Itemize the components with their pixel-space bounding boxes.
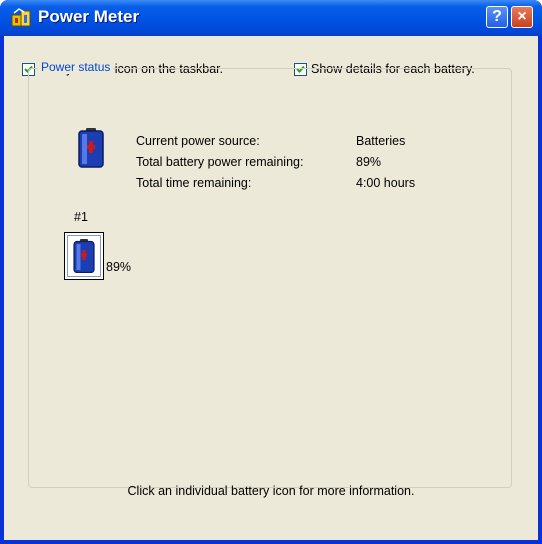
battery-icon (78, 128, 104, 168)
help-button[interactable]: ? (486, 6, 508, 28)
power-meter-window: Power Meter ? × Always show icon on the … (0, 0, 542, 544)
battery-1-percent: 89% (106, 260, 132, 274)
time-remaining-label: Total time remaining: (136, 176, 252, 190)
battery-remaining-value: 89% (356, 155, 382, 169)
title-bar[interactable]: Power Meter ? × (0, 0, 542, 36)
battery-icon (73, 239, 95, 273)
close-button[interactable]: × (511, 6, 533, 28)
battery-1-label: #1 (74, 210, 88, 224)
time-remaining-value: 4:00 hours (356, 176, 416, 190)
power-status-legend: Power status (38, 60, 114, 74)
battery-remaining-label: Total battery power remaining: (136, 155, 304, 169)
current-power-source-label: Current power source: (136, 134, 260, 148)
info-text: Click an individual battery icon for mor… (127, 484, 415, 498)
battery-1-frame (67, 235, 101, 277)
current-power-source-value: Batteries (356, 134, 406, 148)
battery-1-button[interactable] (64, 232, 104, 280)
power-meter-app-icon (11, 8, 31, 27)
window-title: Power Meter (38, 7, 140, 26)
